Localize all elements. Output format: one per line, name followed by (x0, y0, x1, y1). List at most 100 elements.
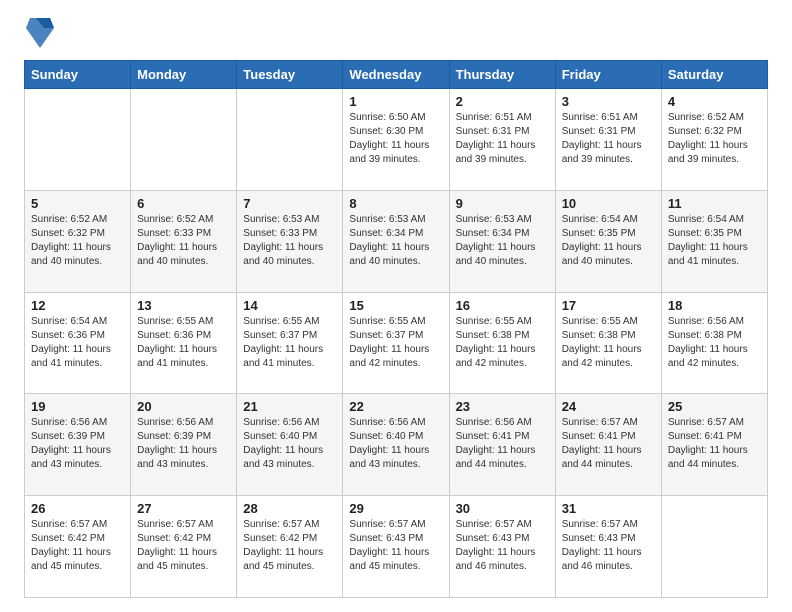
day-number: 28 (243, 501, 336, 516)
day-info: Sunrise: 6:55 AMSunset: 6:38 PMDaylight:… (456, 315, 549, 371)
calendar-table: SundayMondayTuesdayWednesdayThursdayFrid… (24, 60, 768, 598)
calendar-week-row: 19Sunrise: 6:56 AMSunset: 6:39 PMDayligh… (25, 394, 768, 496)
day-info: Sunrise: 6:57 AMSunset: 6:41 PMDaylight:… (562, 416, 655, 472)
calendar-cell: 21 Sunrise: 6:56 AMSunset: 6:40 PMDayligh… (237, 394, 343, 496)
calendar-header-thursday: Thursday (449, 61, 555, 89)
calendar-cell: 2 Sunrise: 6:51 AMSunset: 6:31 PMDaylight… (449, 89, 555, 191)
calendar-header-friday: Friday (555, 61, 661, 89)
day-info: Sunrise: 6:52 AMSunset: 6:32 PMDaylight:… (668, 111, 761, 167)
calendar-cell: 22 Sunrise: 6:56 AMSunset: 6:40 PMDayligh… (343, 394, 449, 496)
day-info: Sunrise: 6:54 AMSunset: 6:35 PMDaylight:… (562, 213, 655, 269)
calendar-body: 1 Sunrise: 6:50 AMSunset: 6:30 PMDaylight… (25, 89, 768, 598)
day-number: 17 (562, 298, 655, 313)
day-info: Sunrise: 6:57 AMSunset: 6:43 PMDaylight:… (456, 518, 549, 574)
calendar-header-saturday: Saturday (661, 61, 767, 89)
calendar-cell: 14 Sunrise: 6:55 AMSunset: 6:37 PMDayligh… (237, 292, 343, 394)
day-info: Sunrise: 6:57 AMSunset: 6:42 PMDaylight:… (31, 518, 124, 574)
calendar-cell: 28 Sunrise: 6:57 AMSunset: 6:42 PMDayligh… (237, 496, 343, 598)
day-number: 7 (243, 196, 336, 211)
calendar-header-monday: Monday (131, 61, 237, 89)
day-number: 26 (31, 501, 124, 516)
day-info: Sunrise: 6:52 AMSunset: 6:32 PMDaylight:… (31, 213, 124, 269)
calendar-cell (661, 496, 767, 598)
day-info: Sunrise: 6:56 AMSunset: 6:39 PMDaylight:… (137, 416, 230, 472)
day-number: 9 (456, 196, 549, 211)
calendar-cell: 17 Sunrise: 6:55 AMSunset: 6:38 PMDayligh… (555, 292, 661, 394)
day-number: 8 (349, 196, 442, 211)
day-number: 2 (456, 94, 549, 109)
calendar-cell: 12 Sunrise: 6:54 AMSunset: 6:36 PMDayligh… (25, 292, 131, 394)
day-info: Sunrise: 6:54 AMSunset: 6:35 PMDaylight:… (668, 213, 761, 269)
day-info: Sunrise: 6:56 AMSunset: 6:38 PMDaylight:… (668, 315, 761, 371)
calendar-cell: 10 Sunrise: 6:54 AMSunset: 6:35 PMDayligh… (555, 190, 661, 292)
day-info: Sunrise: 6:56 AMSunset: 6:41 PMDaylight:… (456, 416, 549, 472)
day-info: Sunrise: 6:56 AMSunset: 6:40 PMDaylight:… (243, 416, 336, 472)
calendar-cell: 11 Sunrise: 6:54 AMSunset: 6:35 PMDayligh… (661, 190, 767, 292)
calendar-cell: 31 Sunrise: 6:57 AMSunset: 6:43 PMDayligh… (555, 496, 661, 598)
day-number: 27 (137, 501, 230, 516)
day-info: Sunrise: 6:53 AMSunset: 6:33 PMDaylight:… (243, 213, 336, 269)
day-number: 1 (349, 94, 442, 109)
calendar-cell: 8Sunrise: 6:53 AMSunset: 6:34 PMDaylight… (343, 190, 449, 292)
calendar-week-row: 5 Sunrise: 6:52 AMSunset: 6:32 PMDaylight… (25, 190, 768, 292)
calendar-header-wednesday: Wednesday (343, 61, 449, 89)
calendar-week-row: 26 Sunrise: 6:57 AMSunset: 6:42 PMDayligh… (25, 496, 768, 598)
calendar-cell (131, 89, 237, 191)
day-info: Sunrise: 6:56 AMSunset: 6:40 PMDaylight:… (349, 416, 442, 472)
day-info: Sunrise: 6:55 AMSunset: 6:38 PMDaylight:… (562, 315, 655, 371)
day-number: 14 (243, 298, 336, 313)
day-number: 6 (137, 196, 230, 211)
header (24, 18, 768, 50)
day-number: 18 (668, 298, 761, 313)
day-number: 4 (668, 94, 761, 109)
day-number: 25 (668, 399, 761, 414)
calendar-cell: 1 Sunrise: 6:50 AMSunset: 6:30 PMDaylight… (343, 89, 449, 191)
day-info: Sunrise: 6:57 AMSunset: 6:43 PMDaylight:… (349, 518, 442, 574)
calendar-cell: 3 Sunrise: 6:51 AMSunset: 6:31 PMDaylight… (555, 89, 661, 191)
day-info: Sunrise: 6:56 AMSunset: 6:39 PMDaylight:… (31, 416, 124, 472)
calendar-header-tuesday: Tuesday (237, 61, 343, 89)
calendar-cell: 27 Sunrise: 6:57 AMSunset: 6:42 PMDayligh… (131, 496, 237, 598)
calendar-cell: 13Sunrise: 6:55 AMSunset: 6:36 PMDayligh… (131, 292, 237, 394)
calendar-cell: 29 Sunrise: 6:57 AMSunset: 6:43 PMDayligh… (343, 496, 449, 598)
day-info: Sunrise: 6:55 AMSunset: 6:37 PMDaylight:… (349, 315, 442, 371)
day-number: 5 (31, 196, 124, 211)
day-number: 24 (562, 399, 655, 414)
calendar-cell: 5 Sunrise: 6:52 AMSunset: 6:32 PMDaylight… (25, 190, 131, 292)
day-number: 21 (243, 399, 336, 414)
day-number: 31 (562, 501, 655, 516)
calendar-week-row: 1 Sunrise: 6:50 AMSunset: 6:30 PMDaylight… (25, 89, 768, 191)
calendar-cell (25, 89, 131, 191)
calendar-cell: 16Sunrise: 6:55 AMSunset: 6:38 PMDayligh… (449, 292, 555, 394)
day-info: Sunrise: 6:55 AMSunset: 6:36 PMDaylight:… (137, 315, 230, 371)
day-number: 3 (562, 94, 655, 109)
day-info: Sunrise: 6:51 AMSunset: 6:31 PMDaylight:… (456, 111, 549, 167)
day-info: Sunrise: 6:57 AMSunset: 6:41 PMDaylight:… (668, 416, 761, 472)
day-number: 11 (668, 196, 761, 211)
calendar-cell: 18 Sunrise: 6:56 AMSunset: 6:38 PMDayligh… (661, 292, 767, 394)
day-number: 30 (456, 501, 549, 516)
day-info: Sunrise: 6:51 AMSunset: 6:31 PMDaylight:… (562, 111, 655, 167)
calendar-cell: 20 Sunrise: 6:56 AMSunset: 6:39 PMDayligh… (131, 394, 237, 496)
page: SundayMondayTuesdayWednesdayThursdayFrid… (0, 0, 792, 612)
day-info: Sunrise: 6:50 AMSunset: 6:30 PMDaylight:… (349, 111, 442, 167)
day-number: 20 (137, 399, 230, 414)
day-info: Sunrise: 6:57 AMSunset: 6:42 PMDaylight:… (137, 518, 230, 574)
calendar-cell: 25 Sunrise: 6:57 AMSunset: 6:41 PMDayligh… (661, 394, 767, 496)
day-number: 22 (349, 399, 442, 414)
calendar-cell: 24 Sunrise: 6:57 AMSunset: 6:41 PMDayligh… (555, 394, 661, 496)
calendar-cell: 26 Sunrise: 6:57 AMSunset: 6:42 PMDayligh… (25, 496, 131, 598)
day-number: 29 (349, 501, 442, 516)
day-info: Sunrise: 6:57 AMSunset: 6:42 PMDaylight:… (243, 518, 336, 574)
day-number: 10 (562, 196, 655, 211)
day-info: Sunrise: 6:54 AMSunset: 6:36 PMDaylight:… (31, 315, 124, 371)
calendar-cell: 23Sunrise: 6:56 AMSunset: 6:41 PMDayligh… (449, 394, 555, 496)
calendar-cell: 9Sunrise: 6:53 AMSunset: 6:34 PMDaylight… (449, 190, 555, 292)
calendar-cell: 19Sunrise: 6:56 AMSunset: 6:39 PMDayligh… (25, 394, 131, 496)
calendar-cell: 4 Sunrise: 6:52 AMSunset: 6:32 PMDaylight… (661, 89, 767, 191)
day-number: 12 (31, 298, 124, 313)
day-info: Sunrise: 6:57 AMSunset: 6:43 PMDaylight:… (562, 518, 655, 574)
calendar-cell: 15Sunrise: 6:55 AMSunset: 6:37 PMDayligh… (343, 292, 449, 394)
day-info: Sunrise: 6:55 AMSunset: 6:37 PMDaylight:… (243, 315, 336, 371)
calendar-week-row: 12 Sunrise: 6:54 AMSunset: 6:36 PMDayligh… (25, 292, 768, 394)
